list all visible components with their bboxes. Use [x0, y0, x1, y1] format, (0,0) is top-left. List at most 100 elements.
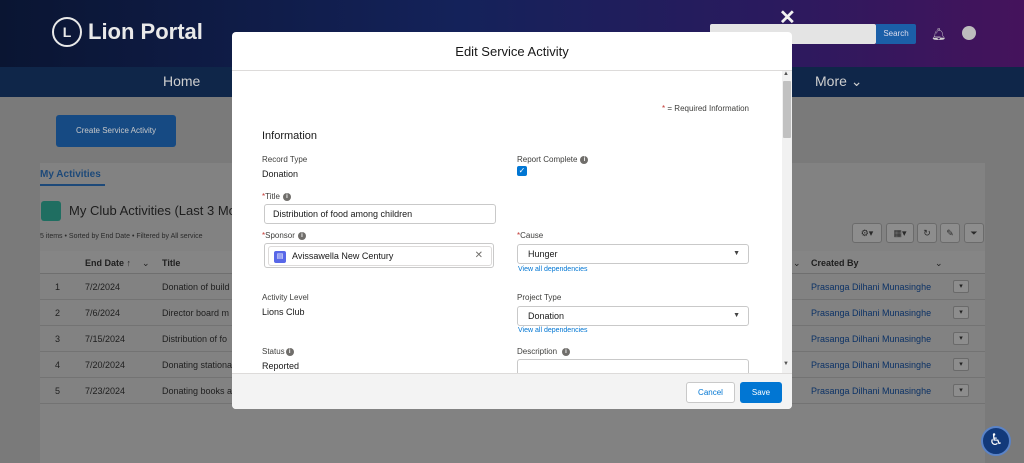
- col-title[interactable]: Title: [162, 258, 180, 268]
- title-label: *Title i: [262, 192, 291, 201]
- row-number: 1: [55, 282, 61, 292]
- required-info: * = Required Information: [662, 104, 749, 113]
- row-title[interactable]: Distribution of fo: [162, 334, 227, 344]
- project-type-label: Project Type: [517, 293, 562, 302]
- report-complete-label-text: Report Complete: [517, 155, 578, 164]
- status-label-text: Status: [262, 347, 285, 356]
- account-icon: ▤: [274, 251, 286, 263]
- chevron-down-icon: ▼: [733, 312, 740, 319]
- edit-icon[interactable]: ✎: [940, 223, 960, 243]
- club-activities-icon: [41, 201, 61, 221]
- chevron-down-icon: ▼: [733, 250, 740, 257]
- site-logo[interactable]: L Lion Portal: [52, 17, 203, 47]
- cause-dependencies-link[interactable]: View all dependencies: [518, 266, 588, 273]
- row-end-date: 7/20/2024: [85, 360, 126, 370]
- cause-label-text: Cause: [520, 231, 544, 240]
- row-created-by[interactable]: Prasanga Dilhani Munasinghe: [811, 282, 931, 292]
- modal-body: * = Required Information Information Rec…: [232, 71, 792, 373]
- row-actions-button[interactable]: ▾: [953, 332, 969, 345]
- close-icon[interactable]: ✕: [779, 5, 796, 30]
- settings-icon[interactable]: ⚙▾: [852, 223, 882, 243]
- cause-select[interactable]: Hunger ▼: [517, 244, 749, 264]
- clear-icon[interactable]: ✕: [475, 250, 483, 261]
- user-icon[interactable]: [962, 26, 976, 40]
- info-icon[interactable]: i: [297, 231, 306, 240]
- project-type-dependencies-link[interactable]: View all dependencies: [518, 327, 588, 334]
- bell-icon[interactable]: 🔔︎: [931, 27, 946, 41]
- nav-home[interactable]: Home: [163, 73, 200, 89]
- modal-title: Edit Service Activity: [232, 32, 792, 71]
- row-actions-button[interactable]: ▾: [953, 384, 969, 397]
- list-meta: 5 items • Sorted by End Date • Filtered …: [40, 233, 203, 240]
- row-title[interactable]: Director board m: [162, 308, 229, 318]
- project-type-value: Donation: [528, 311, 565, 321]
- report-complete-checkbox[interactable]: ✓: [517, 166, 527, 176]
- row-number: 2: [55, 308, 61, 318]
- scroll-down-icon[interactable]: ▼: [783, 361, 789, 367]
- cancel-button[interactable]: Cancel: [686, 382, 735, 403]
- info-icon[interactable]: i: [562, 347, 571, 356]
- col-end-date[interactable]: End Date ↑: [85, 258, 131, 268]
- row-created-by[interactable]: Prasanga Dilhani Munasinghe: [811, 360, 931, 370]
- nav-more[interactable]: More ⌄: [815, 73, 863, 90]
- sponsor-pill[interactable]: ▤ Avissawella New Century ✕: [268, 246, 492, 266]
- row-actions-button[interactable]: ▾: [953, 358, 969, 371]
- description-label: Description i: [517, 347, 571, 356]
- info-icon[interactable]: i: [282, 192, 291, 201]
- info-icon[interactable]: i: [580, 155, 589, 164]
- row-end-date: 7/15/2024: [85, 334, 126, 344]
- title-label-text: Title: [265, 192, 280, 201]
- activity-level-value: Lions Club: [262, 307, 305, 317]
- accessibility-icon[interactable]: ♿︎: [981, 426, 1011, 456]
- title-input[interactable]: Distribution of food among children: [264, 204, 496, 224]
- activity-level-label: Activity Level: [262, 293, 309, 302]
- tab-underline: [40, 184, 105, 186]
- chevron-down-icon[interactable]: ⌄: [142, 258, 150, 269]
- description-label-text: Description: [517, 347, 558, 356]
- col-created-by[interactable]: Created By: [811, 258, 859, 268]
- lion-logo-icon: L: [52, 17, 82, 47]
- row-end-date: 7/23/2024: [85, 386, 126, 396]
- create-service-activity-button[interactable]: Create Service Activity: [56, 115, 176, 147]
- row-created-by[interactable]: Prasanga Dilhani Munasinghe: [811, 386, 931, 396]
- search-button[interactable]: Search: [876, 24, 916, 44]
- refresh-icon[interactable]: ↻: [917, 223, 937, 243]
- cause-value: Hunger: [528, 249, 558, 259]
- required-info-text: = Required Information: [667, 104, 749, 113]
- row-created-by[interactable]: Prasanga Dilhani Munasinghe: [811, 308, 931, 318]
- project-type-select[interactable]: Donation ▼: [517, 306, 749, 326]
- row-end-date: 7/2/2024: [85, 282, 121, 292]
- sponsor-lookup[interactable]: ▤ Avissawella New Century ✕: [264, 243, 494, 268]
- modal-footer: Cancel Save: [232, 373, 792, 409]
- chevron-down-icon[interactable]: ⌄: [935, 258, 943, 269]
- edit-service-activity-modal: Edit Service Activity * = Required Infor…: [232, 32, 792, 409]
- section-information: Information: [262, 130, 318, 142]
- row-number: 5: [55, 386, 61, 396]
- modal-scrollbar[interactable]: ▲ ▼: [782, 71, 792, 373]
- row-title[interactable]: Donating books a: [162, 386, 232, 396]
- display-as-icon[interactable]: ▦▾: [886, 223, 914, 243]
- chevron-down-icon[interactable]: ⌄: [793, 258, 801, 269]
- filter-icon[interactable]: ⏷: [964, 223, 984, 243]
- cause-label: *Cause: [517, 231, 543, 240]
- sponsor-label-text: Sponsor: [265, 231, 295, 240]
- record-type-value: Donation: [262, 169, 299, 179]
- row-created-by[interactable]: Prasanga Dilhani Munasinghe: [811, 334, 931, 344]
- row-actions-button[interactable]: ▾: [953, 280, 969, 293]
- sponsor-label: *Sponsor i: [262, 231, 306, 240]
- row-title[interactable]: Donating stationa: [162, 360, 232, 370]
- status-label: Status i: [262, 347, 294, 356]
- tab-my-activities[interactable]: My Activities: [40, 169, 101, 180]
- sponsor-value: Avissawella New Century: [292, 251, 394, 261]
- scroll-thumb[interactable]: [783, 81, 791, 138]
- required-star: *: [662, 104, 666, 113]
- save-button[interactable]: Save: [740, 382, 782, 403]
- description-textarea[interactable]: [517, 359, 749, 373]
- scroll-up-icon[interactable]: ▲: [783, 71, 789, 77]
- info-icon[interactable]: i: [285, 347, 294, 356]
- row-end-date: 7/6/2024: [85, 308, 121, 318]
- row-actions-button[interactable]: ▾: [953, 306, 969, 319]
- list-title: My Club Activities (Last 3 Mo: [69, 203, 236, 218]
- row-title[interactable]: Donation of build: [162, 282, 230, 292]
- row-number: 3: [55, 334, 61, 344]
